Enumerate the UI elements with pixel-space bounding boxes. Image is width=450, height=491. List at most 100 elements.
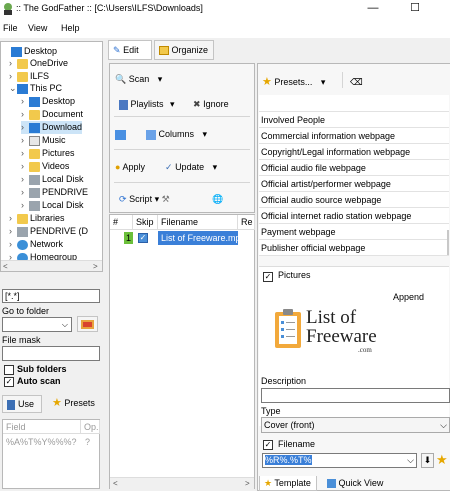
skip-checkbox[interactable]: ✓: [138, 233, 148, 243]
mask-table[interactable]: Field Op. %A%T%Y%%%? ?: [2, 419, 100, 489]
menu-file[interactable]: File: [3, 23, 18, 33]
tree-item[interactable]: › Local Disk: [21, 199, 84, 212]
chevron-right-icon[interactable]: ›: [21, 160, 29, 173]
tab-organize[interactable]: Organize: [154, 40, 214, 60]
tab-edit[interactable]: ✎ Edit: [108, 40, 152, 60]
apply-button[interactable]: ● Apply: [115, 159, 145, 175]
tree-item[interactable]: › PENDRIVE: [21, 186, 88, 199]
scroll-right-icon[interactable]: >: [245, 479, 250, 488]
scan-button[interactable]: 🔍 Scan ▾: [115, 71, 162, 87]
tree-item[interactable]: › Network: [9, 238, 63, 251]
folder-tree[interactable]: Desktop › OneDrive › ILFS ⌄ This PC › Desktop › Do…: [0, 41, 103, 272]
column-skip[interactable]: Skip: [133, 215, 158, 230]
eraser-button[interactable]: ⌫: [350, 74, 363, 90]
tree-item[interactable]: ⌄ This PC: [9, 82, 62, 95]
field-list-scrollbar[interactable]: [447, 230, 449, 255]
scroll-left-icon[interactable]: <: [3, 262, 8, 271]
music-icon: [29, 135, 40, 146]
filename-presets-button[interactable]: ★: [436, 451, 450, 469]
field-row[interactable]: Official audio source webpage: [259, 192, 449, 208]
chevron-right-icon[interactable]: ›: [21, 134, 29, 147]
chevron-right-icon[interactable]: ›: [21, 147, 29, 160]
tree-item[interactable]: › OneDrive: [9, 57, 68, 70]
field-row-blank[interactable]: [259, 95, 449, 112]
playlists-button[interactable]: Playlists ▾: [119, 96, 175, 112]
sub-folders-checkbox[interactable]: [4, 365, 14, 375]
chevron-right-icon[interactable]: ⌄: [9, 82, 17, 95]
scroll-left-icon[interactable]: <: [113, 479, 118, 488]
mask-field-value[interactable]: %A%T%Y%%%?: [6, 437, 77, 447]
tree-item[interactable]: › Document: [21, 108, 83, 121]
op-column-header[interactable]: Op.: [81, 420, 100, 434]
field-row[interactable]: Payment webpage: [259, 224, 449, 240]
ignore-button[interactable]: ✖ Ignore: [193, 96, 229, 112]
chevron-right-icon[interactable]: ›: [9, 238, 17, 251]
web-button[interactable]: 🌐: [212, 191, 223, 207]
script-button[interactable]: ⟳ Script ▾ ⚒: [119, 191, 170, 207]
minimize-button[interactable]: —: [358, 0, 388, 18]
menu-help[interactable]: Help: [61, 23, 80, 33]
tree-item[interactable]: › Pictures: [21, 147, 75, 160]
description-input[interactable]: [261, 388, 450, 403]
presets-button[interactable]: ★ Presets... ▾: [262, 74, 325, 90]
filename-input[interactable]: %R%.%T% ⌵: [262, 453, 417, 468]
chevron-right-icon[interactable]: ›: [21, 95, 29, 108]
tree-horizontal-scrollbar[interactable]: < >: [1, 260, 102, 271]
chevron-right-icon[interactable]: ›: [21, 108, 29, 121]
tree-item[interactable]: › Music: [21, 134, 66, 147]
tree-item[interactable]: › Videos: [21, 160, 69, 173]
chevron-right-icon[interactable]: ›: [9, 57, 17, 70]
chevron-right-icon[interactable]: ›: [21, 199, 29, 212]
filter-field[interactable]: [*.*]: [2, 289, 100, 303]
mask-op-value[interactable]: ?: [85, 437, 90, 447]
chevron-right-icon[interactable]: ›: [21, 121, 29, 134]
pictures-checkbox[interactable]: ✓: [263, 272, 273, 282]
tab-quickview[interactable]: Quick View: [323, 476, 389, 491]
star-icon: ★: [262, 76, 272, 88]
go-to-folder-select[interactable]: ⌵: [2, 317, 72, 332]
file-list[interactable]: # Skip Filename Re 1 ✓ List of Freeware.…: [109, 214, 255, 489]
chevron-right-icon[interactable]: ›: [21, 186, 29, 199]
insert-button[interactable]: ⬇: [421, 453, 434, 468]
tree-item[interactable]: › PENDRIVE (D: [9, 225, 88, 238]
file-list-scrollbar[interactable]: < >: [110, 477, 254, 489]
filename-cell[interactable]: List of Freeware.mp: [158, 231, 238, 245]
type-select[interactable]: Cover (front) ⌵: [261, 417, 450, 433]
file-mask-input[interactable]: [2, 346, 100, 361]
chevron-down-icon: ▾: [202, 129, 208, 139]
field-row[interactable]: Publisher official webpage: [259, 240, 449, 256]
chevron-right-icon[interactable]: ›: [9, 212, 17, 225]
tree-item[interactable]: › Libraries: [9, 212, 65, 225]
tree-item[interactable]: › Desktop: [21, 95, 75, 108]
field-row[interactable]: Involved People: [259, 112, 449, 128]
field-row[interactable]: Official internet radio station webpage: [259, 208, 449, 224]
field-row[interactable]: Official artist/performer webpage: [259, 176, 449, 192]
tab-template[interactable]: ★ Template: [259, 476, 317, 491]
table-row[interactable]: 1 ✓ List of Freeware.mp: [110, 231, 254, 245]
update-button[interactable]: ✓ Update ▾: [165, 159, 217, 175]
maximize-button[interactable]: ☐: [400, 0, 430, 18]
tree-item[interactable]: › Download: [21, 121, 83, 134]
columns-button[interactable]: Columns ▾: [146, 126, 207, 142]
filename-checkbox[interactable]: ✓: [263, 440, 273, 450]
scroll-right-icon[interactable]: >: [93, 262, 98, 271]
columns-icon-button[interactable]: [115, 126, 126, 142]
chevron-right-icon[interactable]: ›: [9, 225, 17, 238]
field-row[interactable]: Official audio file webpage: [259, 160, 449, 176]
cover-image[interactable]: List of Freeware .com: [272, 304, 392, 366]
column-re[interactable]: Re: [238, 215, 255, 230]
field-column-header[interactable]: Field: [3, 420, 81, 434]
field-row[interactable]: Commercial information webpage: [259, 128, 449, 144]
use-button[interactable]: Use: [2, 395, 42, 413]
logo-line3: .com: [358, 346, 372, 354]
tree-item[interactable]: › Local Disk: [21, 173, 84, 186]
field-row[interactable]: Copyright/Legal information webpage: [259, 144, 449, 160]
column-num[interactable]: #: [110, 215, 133, 230]
menu-view[interactable]: View: [28, 23, 47, 33]
append-label[interactable]: Append: [393, 292, 424, 302]
chevron-right-icon[interactable]: ›: [21, 173, 29, 186]
auto-scan-checkbox[interactable]: ✓: [4, 377, 14, 387]
mask-presets-button[interactable]: ★ Presets: [48, 395, 102, 413]
column-filename[interactable]: Filename: [158, 215, 238, 230]
browse-folder-button[interactable]: [77, 316, 98, 332]
